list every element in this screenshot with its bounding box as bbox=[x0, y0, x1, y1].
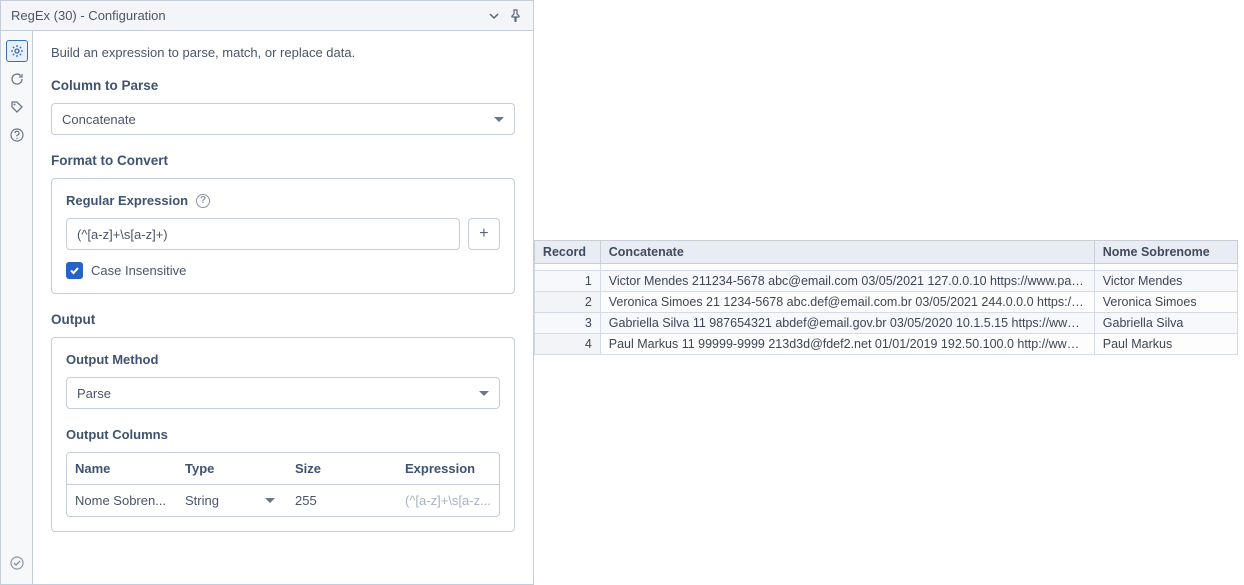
column-to-parse-select[interactable]: Concatenate bbox=[51, 103, 515, 135]
column-to-parse-value: Concatenate bbox=[62, 112, 136, 127]
intro-text: Build an expression to parse, match, or … bbox=[51, 45, 515, 60]
side-tab-bar bbox=[1, 31, 33, 584]
preview-panel: Record Concatenate Nome Sobrenome 1 Vict… bbox=[534, 0, 1244, 585]
col-header-size: Size bbox=[287, 453, 397, 485]
output-method-value: Parse bbox=[77, 386, 111, 401]
config-content: Build an expression to parse, match, or … bbox=[33, 31, 533, 584]
case-insensitive-label: Case Insensitive bbox=[91, 263, 186, 278]
cell-size[interactable]: 255 bbox=[287, 485, 397, 516]
format-to-convert-box: Regular Expression ? + Case Insensitive bbox=[51, 178, 515, 294]
table-row[interactable]: 1 Victor Mendes 211234-5678 abc@email.co… bbox=[534, 271, 1237, 292]
chevron-down-icon[interactable] bbox=[483, 5, 505, 27]
title-bar: RegEx (30) - Configuration bbox=[1, 1, 533, 31]
table-row[interactable]: 3 Gabriella Silva 11 987654321 abdef@ema… bbox=[534, 313, 1237, 334]
cell-expr: (^[a-z]+\s[a-z... bbox=[397, 485, 499, 516]
output-method-select[interactable]: Parse bbox=[66, 377, 500, 409]
output-method-label: Output Method bbox=[66, 352, 500, 367]
config-panel: RegEx (30) - Configuration bbox=[0, 0, 534, 585]
output-columns-table: Name Type Size Expression Nome Sobren...… bbox=[66, 452, 500, 517]
chevron-down-icon bbox=[479, 391, 489, 396]
preview-table: Record Concatenate Nome Sobrenome 1 Vict… bbox=[534, 240, 1238, 355]
refresh-icon[interactable] bbox=[6, 68, 28, 90]
output-label: Output bbox=[51, 312, 515, 327]
col-header-nome[interactable]: Nome Sobrenome bbox=[1094, 241, 1237, 264]
table-row[interactable]: 2 Veronica Simoes 21 1234-5678 abc.def@e… bbox=[534, 292, 1237, 313]
chevron-down-icon bbox=[265, 498, 275, 503]
check-circle-icon[interactable] bbox=[6, 552, 28, 574]
col-header-name: Name bbox=[67, 453, 177, 485]
regex-label: Regular Expression bbox=[66, 193, 188, 208]
question-icon[interactable] bbox=[6, 124, 28, 146]
col-header-record[interactable]: Record bbox=[534, 241, 600, 264]
add-button[interactable]: + bbox=[468, 218, 500, 250]
col-header-type: Type bbox=[177, 453, 287, 485]
col-header-expr: Expression bbox=[397, 453, 499, 485]
pin-icon[interactable] bbox=[505, 5, 527, 27]
tag-icon[interactable] bbox=[6, 96, 28, 118]
format-to-convert-label: Format to Convert bbox=[51, 153, 515, 168]
window-title: RegEx (30) - Configuration bbox=[11, 8, 483, 23]
output-box: Output Method Parse Output Columns Name … bbox=[51, 337, 515, 532]
cell-type[interactable]: String bbox=[177, 485, 287, 516]
column-to-parse-label: Column to Parse bbox=[51, 78, 515, 93]
table-row[interactable]: Nome Sobren... String 255 (^[a-z]+\s[a-z… bbox=[67, 485, 499, 516]
chevron-down-icon bbox=[494, 117, 504, 122]
regex-input[interactable] bbox=[66, 218, 460, 250]
cell-name[interactable]: Nome Sobren... bbox=[67, 485, 177, 516]
gear-icon[interactable] bbox=[6, 40, 28, 62]
output-columns-label: Output Columns bbox=[66, 427, 500, 442]
table-row[interactable]: 4 Paul Markus 11 99999-9999 213d3d@fdef2… bbox=[534, 334, 1237, 355]
help-icon[interactable]: ? bbox=[196, 194, 210, 208]
case-insensitive-checkbox[interactable] bbox=[66, 262, 83, 279]
col-header-concatenate[interactable]: Concatenate bbox=[600, 241, 1094, 264]
